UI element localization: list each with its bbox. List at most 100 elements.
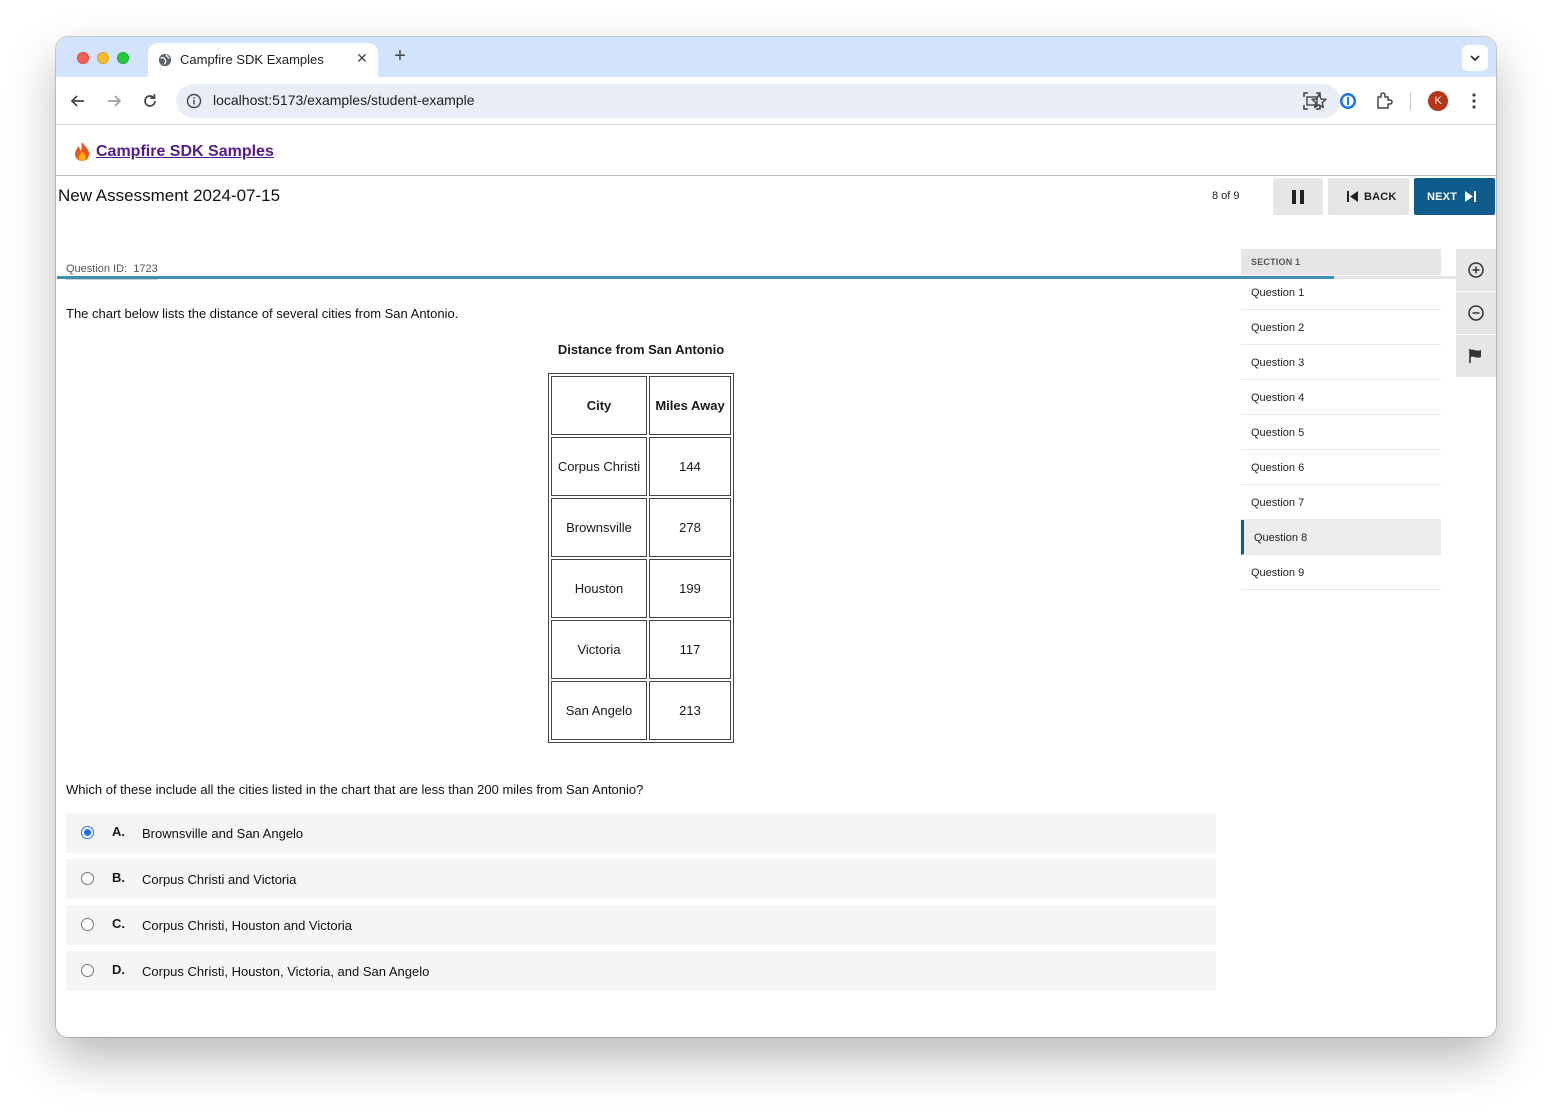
table-row: Corpus Christi 144 (551, 437, 731, 496)
forward-arrow-icon[interactable] (104, 91, 124, 111)
screen-capture-icon[interactable] (1301, 90, 1323, 112)
nav-question-label: Question 4 (1251, 392, 1305, 404)
question-stem: Which of these include all the cities li… (66, 782, 644, 797)
new-tab-icon[interactable]: + (390, 46, 410, 66)
browser-tab[interactable]: Campfire SDK Examples ✕ (148, 43, 378, 77)
question-id-value: 1723 (133, 263, 158, 275)
skip-back-icon (1347, 191, 1358, 202)
brand-link[interactable]: Campfire SDK Samples (96, 143, 274, 161)
back-button[interactable]: BACK (1328, 178, 1409, 215)
nav-question-7[interactable]: Question 7 (1241, 485, 1441, 520)
nav-question-4[interactable]: Question 4 (1241, 380, 1441, 415)
next-label: NEXT (1427, 191, 1458, 203)
answer-choice-a[interactable]: A. Brownsville and San Angelo (66, 813, 1216, 853)
choice-text: Corpus Christi, Houston and Victoria (142, 918, 353, 933)
choice-b-radio[interactable] (81, 872, 94, 885)
nav-question-label: Question 8 (1254, 532, 1308, 544)
table-cell-miles: 144 (649, 437, 731, 496)
nav-question-1[interactable]: Question 1 (1241, 275, 1441, 310)
minimize-window-button[interactable] (97, 52, 109, 64)
back-label: BACK (1364, 191, 1397, 203)
page-content: Campfire SDK Samples New Assessment 2024… (56, 125, 1496, 1037)
pause-button[interactable] (1273, 178, 1323, 215)
tab-title: Campfire SDK Examples (180, 52, 324, 67)
nav-question-label: Question 2 (1251, 322, 1305, 334)
close-tab-icon[interactable]: ✕ (354, 50, 370, 66)
pause-icon-bar (1300, 190, 1304, 204)
extensions-puzzle-icon[interactable] (1373, 90, 1395, 112)
maximize-window-button[interactable] (117, 52, 129, 64)
table-cell-miles: 199 (649, 559, 731, 618)
nav-question-2[interactable]: Question 2 (1241, 310, 1441, 345)
zoom-out-button[interactable] (1456, 292, 1496, 334)
nav-question-5[interactable]: Question 5 (1241, 415, 1441, 450)
fire-icon (75, 142, 89, 161)
back-arrow-icon[interactable] (68, 91, 88, 111)
more-menu-icon[interactable] (1463, 90, 1485, 112)
assessment-header: New Assessment 2024-07-15 8 of 9 BACK NE… (56, 175, 1496, 279)
table-header-city: City (551, 376, 647, 435)
table-cell-city: Houston (551, 559, 647, 618)
section-header: SECTION 1 (1241, 249, 1441, 275)
nav-question-6[interactable]: Question 6 (1241, 450, 1441, 485)
table-row: Victoria 117 (551, 620, 731, 679)
zoom-in-icon (1468, 262, 1484, 278)
choice-letter: B. (112, 870, 125, 885)
progress-fill (57, 276, 1334, 279)
answer-choices: A. Brownsville and San Angelo B. Corpus … (66, 813, 1216, 997)
browser-window: Campfire SDK Examples ✕ + localhost:5173… (56, 37, 1496, 1037)
answer-choice-d[interactable]: D. Corpus Christi, Houston, Victoria, an… (66, 951, 1216, 991)
question-counter: 8 of 9 (1212, 190, 1240, 202)
nav-question-label: Question 1 (1251, 287, 1305, 299)
zoom-in-button[interactable] (1456, 249, 1496, 291)
toolbar-separator (1410, 92, 1411, 110)
nav-question-label: Question 9 (1251, 567, 1305, 579)
table-cell-city: Brownsville (551, 498, 647, 557)
table-cell-miles: 213 (649, 681, 731, 740)
table-cell-city: Corpus Christi (551, 437, 647, 496)
table-cell-miles: 278 (649, 498, 731, 557)
globe-icon (158, 53, 172, 67)
choice-letter: C. (112, 916, 125, 931)
choice-letter: D. (112, 962, 125, 977)
table-row: San Angelo 213 (551, 681, 731, 740)
next-button[interactable]: NEXT (1414, 178, 1495, 215)
choice-d-radio[interactable] (81, 964, 94, 977)
nav-question-label: Question 6 (1251, 462, 1305, 474)
flag-icon (1469, 349, 1481, 363)
close-window-button[interactable] (77, 52, 89, 64)
question-id: Question ID: 1723 (66, 263, 158, 280)
reload-icon[interactable] (140, 91, 160, 111)
browser-toolbar: localhost:5173/examples/student-example … (56, 77, 1496, 125)
table-cell-city: San Angelo (551, 681, 647, 740)
table-header-miles: Miles Away (649, 376, 731, 435)
tab-strip: Campfire SDK Examples ✕ + (56, 37, 1496, 77)
nav-question-9[interactable]: Question 9 (1241, 555, 1441, 590)
password-manager-icon[interactable] (1337, 90, 1359, 112)
nav-question-8[interactable]: Question 8 (1241, 520, 1441, 555)
site-info-icon[interactable] (186, 93, 202, 109)
choice-text: Brownsville and San Angelo (142, 826, 304, 841)
question-prompt: The chart below lists the distance of se… (66, 306, 459, 321)
choice-text: Corpus Christi, Houston, Victoria, and S… (142, 964, 430, 979)
zoom-out-icon (1468, 305, 1484, 321)
tab-search-button[interactable] (1462, 45, 1488, 71)
table-caption: Distance from San Antonio (557, 342, 725, 357)
assessment-title: New Assessment 2024-07-15 (58, 186, 281, 205)
skip-forward-icon (1465, 191, 1476, 202)
nav-question-3[interactable]: Question 3 (1241, 345, 1441, 380)
question-id-label: Question ID: (66, 263, 128, 275)
answer-choice-c[interactable]: C. Corpus Christi, Houston and Victoria (66, 905, 1216, 945)
nav-question-label: Question 7 (1251, 497, 1305, 509)
nav-question-label: Question 5 (1251, 427, 1305, 439)
table-header-row: City Miles Away (551, 376, 731, 435)
answer-choice-b[interactable]: B. Corpus Christi and Victoria (66, 859, 1216, 899)
choice-text: Corpus Christi and Victoria (142, 872, 297, 887)
address-bar[interactable]: localhost:5173/examples/student-example (176, 84, 1340, 118)
flag-button[interactable] (1456, 335, 1496, 377)
nav-question-label: Question 3 (1251, 357, 1305, 369)
choice-c-radio[interactable] (81, 918, 94, 931)
distance-table: City Miles Away Corpus Christi 144 Brown… (548, 373, 734, 743)
profile-avatar[interactable]: K (1428, 91, 1448, 111)
choice-a-radio[interactable] (81, 826, 94, 839)
